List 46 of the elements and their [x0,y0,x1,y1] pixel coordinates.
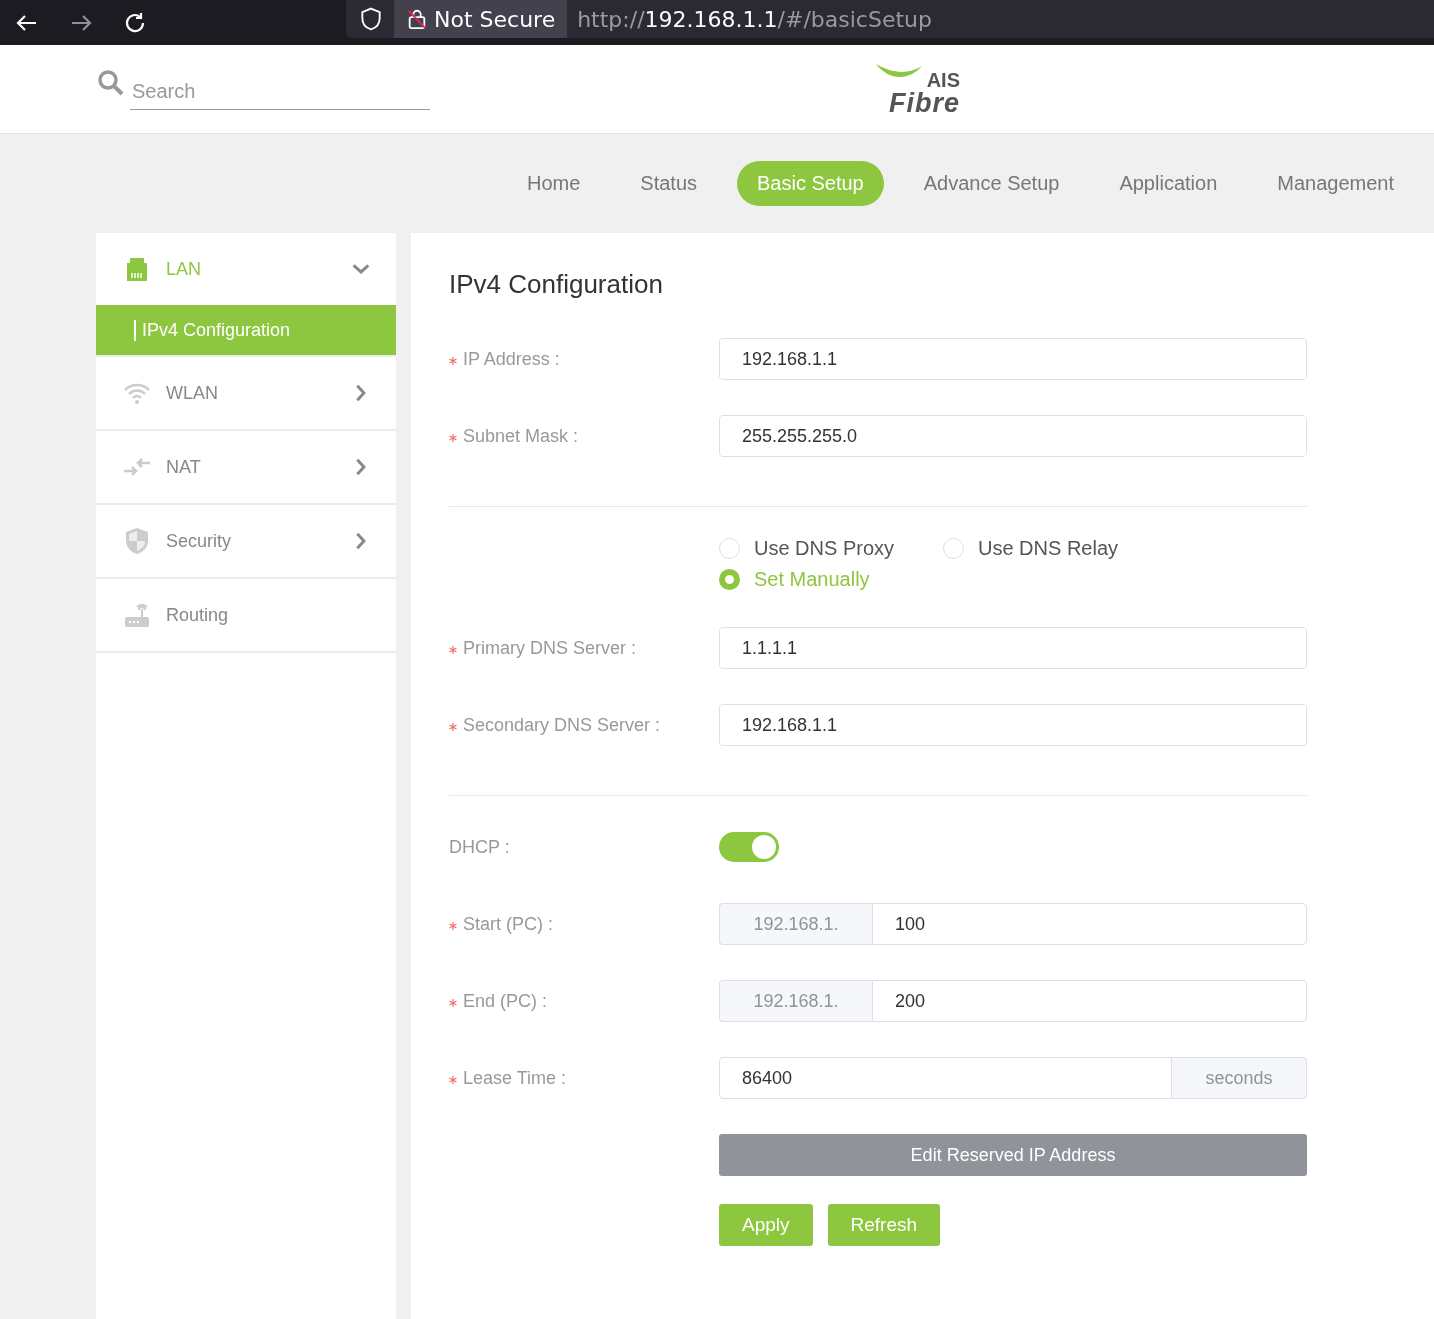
radio-option[interactable]: Use DNS Relay [943,537,1167,560]
nav-tab[interactable]: Status [620,161,717,206]
field-label: End (PC) : [463,990,549,1012]
text-field[interactable]: 86400 [719,1057,1172,1099]
nav-tab[interactable]: Advance Setup [903,161,1080,206]
url-bar[interactable]: Not Secure http://192.168.1.1/#/basicSetup [346,0,1434,38]
broken-lock-icon [406,8,428,30]
text-field[interactable]: 1.1.1.1 [719,627,1307,669]
action-button[interactable]: Refresh [827,1204,941,1246]
text-field[interactable]: 255.255.255.0 [719,415,1307,457]
page-title: IPv4 Configuration [449,269,664,300]
field-label: DHCP : [449,836,511,858]
sidebar-item[interactable]: NAT [96,431,396,503]
sidebar-item[interactable]: Routing [96,579,396,651]
nav-tab[interactable]: Management [1257,161,1414,206]
text-field[interactable]: 192.168.1.1 [719,704,1307,746]
action-button[interactable]: Apply [719,1204,813,1246]
edit-reserved-button[interactable]: Edit Reserved IP Address [719,1134,1307,1176]
nav-tab[interactable]: Home [506,161,601,206]
security-badge[interactable]: Not Secure [394,0,568,38]
nav-tab[interactable]: Application [1099,161,1238,206]
unit-suffix: seconds [1172,1057,1307,1099]
text-field[interactable]: 100 [872,903,1307,945]
text-field[interactable]: 200 [872,980,1307,1022]
radio-option[interactable]: Use DNS Proxy [719,537,943,560]
url-text[interactable]: http://192.168.1.1/#/basicSetup [577,6,932,32]
field-label: IP Address : [463,348,561,370]
nav-tab[interactable]: Basic Setup [737,161,884,206]
brand-logo: AIS Fibre [868,62,960,116]
field-label: Primary DNS Server : [463,637,638,659]
ip-prefix: 192.168.1. [719,903,872,945]
sidebar-item[interactable]: LAN [96,233,396,305]
radio-option[interactable]: Set Manually [719,568,943,591]
field-label: Start (PC) : [463,913,554,935]
sidebar-item[interactable]: WLAN [96,357,396,429]
text-field[interactable]: 192.168.1.1 [719,338,1307,380]
dhcp-toggle[interactable] [719,832,779,862]
search-field[interactable]: Search [130,76,430,110]
search-icon [96,68,126,98]
field-label: Lease Time : [463,1067,568,1089]
field-label: Secondary DNS Server : [463,714,662,736]
sidebar-item[interactable]: Security [96,505,396,577]
sidebar-subitem[interactable]: IPv4 Configuration [96,305,396,355]
field-label: Subnet Mask : [463,425,580,447]
shield-icon[interactable] [358,6,384,32]
ip-prefix: 192.168.1. [719,980,872,1022]
